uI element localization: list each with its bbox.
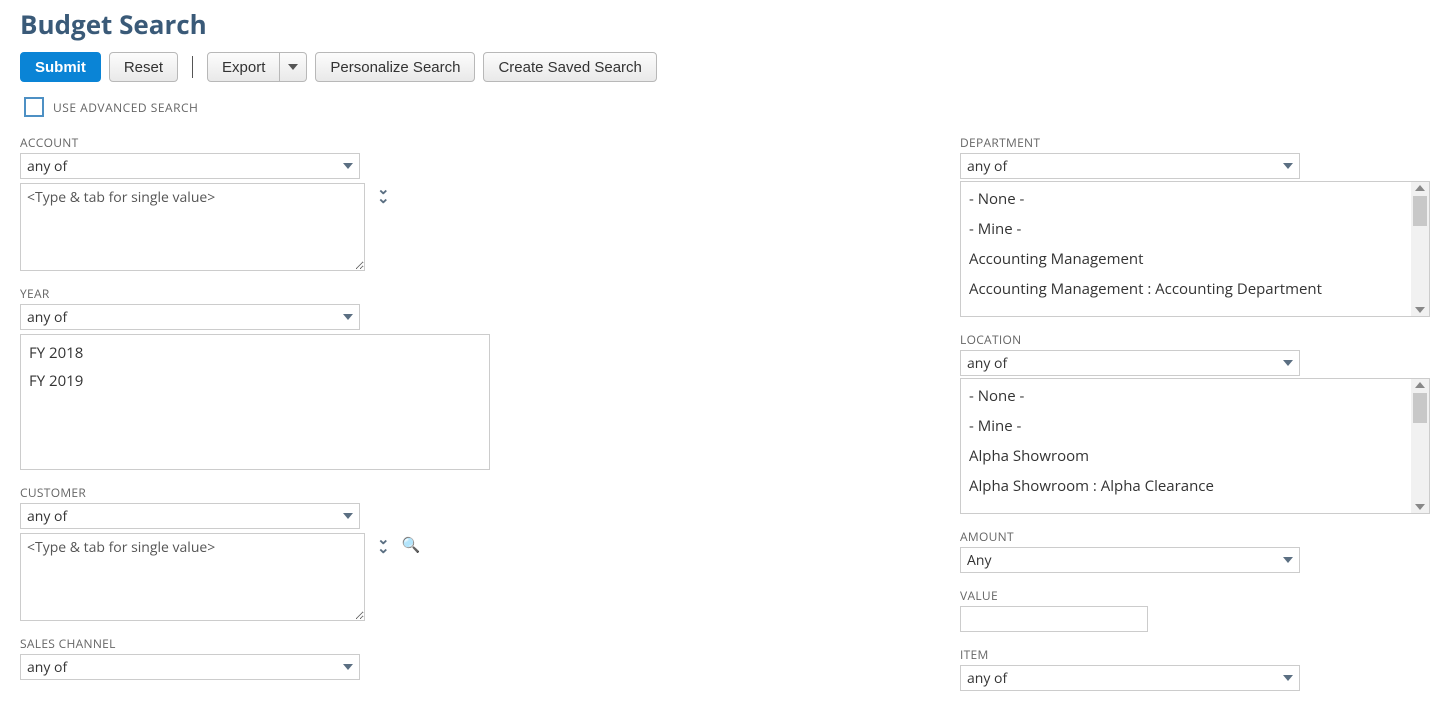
- item-field: ITEM any of: [960, 646, 1434, 691]
- department-label: DEPARTMENT: [960, 134, 1434, 151]
- caret-down-icon: [343, 163, 353, 169]
- year-field: YEAR any of FY 2018 FY 2019: [20, 285, 520, 470]
- year-option[interactable]: FY 2018: [21, 339, 489, 367]
- expand-down-icon[interactable]: ⌄⌄: [377, 535, 390, 553]
- export-dropdown-toggle[interactable]: [280, 52, 307, 82]
- caret-down-icon: [1283, 163, 1293, 169]
- account-label: ACCOUNT: [20, 134, 520, 151]
- account-value-input[interactable]: [20, 183, 365, 271]
- year-operator-value: any of: [27, 308, 67, 327]
- item-label: ITEM: [960, 646, 1434, 663]
- location-option[interactable]: - None -: [961, 381, 1411, 411]
- caret-down-icon: [343, 314, 353, 320]
- scrollbar[interactable]: [1411, 182, 1429, 316]
- advanced-search-row: USE ADVANCED SEARCH: [20, 94, 1414, 120]
- account-operator-value: any of: [27, 157, 67, 176]
- account-field: ACCOUNT any of ⌄⌄: [20, 134, 520, 271]
- caret-down-icon: [343, 664, 353, 670]
- customer-operator-select[interactable]: any of: [20, 503, 360, 529]
- customer-operator-value: any of: [27, 507, 67, 526]
- sales-channel-operator-select[interactable]: any of: [20, 654, 360, 680]
- scroll-down-icon[interactable]: [1415, 307, 1425, 313]
- scroll-up-icon[interactable]: [1415, 382, 1425, 388]
- location-listbox[interactable]: - None - - Mine - Alpha Showroom Alpha S…: [960, 378, 1430, 514]
- item-operator-value: any of: [967, 669, 1007, 688]
- create-saved-search-button[interactable]: Create Saved Search: [483, 52, 656, 82]
- account-operator-select[interactable]: any of: [20, 153, 360, 179]
- page-title: Budget Search: [20, 6, 1414, 42]
- department-listbox[interactable]: - None - - Mine - Accounting Management …: [960, 181, 1430, 317]
- use-advanced-search-checkbox[interactable]: [24, 97, 44, 117]
- caret-down-icon: [343, 513, 353, 519]
- department-field: DEPARTMENT any of - None - - Mine - Acco…: [960, 134, 1434, 317]
- department-operator-select[interactable]: any of: [960, 153, 1300, 179]
- export-button[interactable]: Export: [207, 52, 280, 82]
- location-option[interactable]: - Mine -: [961, 411, 1411, 441]
- location-label: LOCATION: [960, 331, 1434, 348]
- location-field: LOCATION any of - None - - Mine - Alpha …: [960, 331, 1434, 514]
- use-advanced-search-label: USE ADVANCED SEARCH: [53, 99, 198, 116]
- department-option[interactable]: - None -: [961, 184, 1411, 214]
- toolbar: Submit Reset Export Personalize Search C…: [20, 52, 1414, 82]
- sales-channel-label: SALES CHANNEL: [20, 635, 520, 652]
- location-operator-value: any of: [967, 354, 1007, 373]
- caret-down-icon: [288, 64, 298, 70]
- department-operator-value: any of: [967, 157, 1007, 176]
- year-option[interactable]: FY 2019: [21, 367, 489, 395]
- amount-operator-value: Any: [967, 551, 991, 570]
- search-icon[interactable]: 🔍: [402, 535, 421, 555]
- value-field: VALUE: [960, 587, 1434, 632]
- amount-operator-select[interactable]: Any: [960, 547, 1300, 573]
- caret-down-icon: [1283, 675, 1293, 681]
- year-listbox[interactable]: FY 2018 FY 2019: [20, 334, 490, 470]
- department-option[interactable]: Accounting Management : Accounting Depar…: [961, 274, 1411, 304]
- customer-value-input[interactable]: [20, 533, 365, 621]
- submit-button[interactable]: Submit: [20, 52, 101, 82]
- scroll-thumb[interactable]: [1413, 196, 1427, 226]
- department-option[interactable]: - Mine -: [961, 214, 1411, 244]
- year-operator-select[interactable]: any of: [20, 304, 360, 330]
- department-option[interactable]: Accounting Management: [961, 244, 1411, 274]
- personalize-search-button[interactable]: Personalize Search: [315, 52, 475, 82]
- caret-down-icon: [1283, 557, 1293, 563]
- expand-down-icon[interactable]: ⌄⌄: [377, 185, 390, 203]
- customer-label: CUSTOMER: [20, 484, 520, 501]
- scroll-up-icon[interactable]: [1415, 185, 1425, 191]
- location-operator-select[interactable]: any of: [960, 350, 1300, 376]
- caret-down-icon: [1283, 360, 1293, 366]
- toolbar-divider: [192, 56, 193, 78]
- amount-label: AMOUNT: [960, 528, 1434, 545]
- location-option[interactable]: Alpha Showroom: [961, 441, 1411, 471]
- scrollbar[interactable]: [1411, 379, 1429, 513]
- customer-field: CUSTOMER any of ⌄⌄ 🔍: [20, 484, 520, 621]
- value-label: VALUE: [960, 587, 1434, 604]
- scroll-thumb[interactable]: [1413, 393, 1427, 423]
- reset-button[interactable]: Reset: [109, 52, 178, 82]
- location-option[interactable]: Alpha Showroom : Alpha Clearance: [961, 471, 1411, 501]
- value-input[interactable]: [960, 606, 1148, 632]
- item-operator-select[interactable]: any of: [960, 665, 1300, 691]
- year-label: YEAR: [20, 285, 520, 302]
- scroll-down-icon[interactable]: [1415, 504, 1425, 510]
- sales-channel-field: SALES CHANNEL any of: [20, 635, 520, 680]
- sales-channel-operator-value: any of: [27, 658, 67, 677]
- amount-field: AMOUNT Any: [960, 528, 1434, 573]
